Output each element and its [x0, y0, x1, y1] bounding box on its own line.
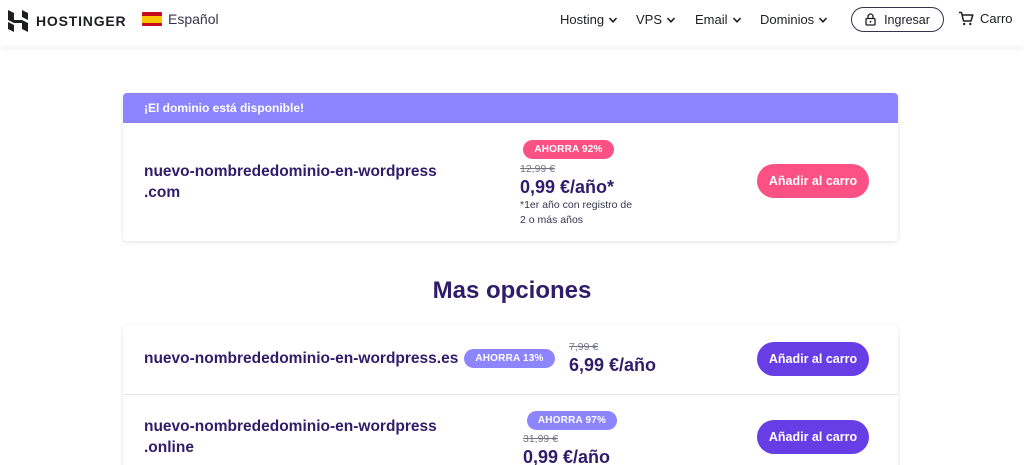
- availability-banner: ¡El dominio está disponible!: [123, 93, 898, 123]
- nav-label-vps: VPS: [636, 12, 663, 27]
- nav-item-vps[interactable]: VPS: [636, 12, 676, 27]
- hostinger-logo-icon: [8, 10, 28, 32]
- more-options-card: nuevo-nombrededominio-en-wordpress.es AH…: [123, 325, 898, 465]
- login-label: Ingresar: [884, 12, 930, 27]
- option-divider: [123, 394, 898, 395]
- nav-label-hosting: Hosting: [560, 12, 605, 27]
- available-domain-name: nuevo-nombrededominio-en-wordpress .com: [144, 161, 437, 203]
- price-note-line1: *1er año con registro de: [520, 199, 633, 211]
- discount-badge: AHORRA 92%: [523, 140, 614, 159]
- discount-badge: AHORRA 97%: [527, 411, 617, 430]
- current-price: 0,99 €/año: [523, 447, 611, 465]
- spain-flag-icon: [142, 12, 162, 26]
- old-price: 31,99 €: [523, 433, 559, 445]
- current-price: 6,99 €/año: [569, 355, 657, 375]
- cart-link[interactable]: Carro: [958, 11, 1013, 26]
- logo-text: HOSTINGER: [36, 13, 127, 29]
- more-options-title: Mas opciones: [432, 277, 592, 304]
- hostinger-logo[interactable]: HOSTINGER: [8, 10, 126, 32]
- price-note-line2: 2 o más años: [520, 214, 584, 226]
- cart-label: Carro: [980, 11, 1013, 26]
- option-domain-name: nuevo-nombrededominio-en-wordpress.es: [144, 350, 459, 367]
- cart-icon: [959, 11, 974, 26]
- domain-name-line2: .online: [144, 439, 194, 456]
- chevron-down-icon: [666, 16, 676, 23]
- nav-label-email: Email: [695, 12, 728, 27]
- nav-item-hosting[interactable]: Hosting: [560, 12, 618, 27]
- language-selector[interactable]: Español: [142, 11, 219, 27]
- chevron-down-icon: [608, 16, 618, 23]
- add-to-cart-button[interactable]: Añadir al carro: [757, 420, 869, 454]
- available-domain-card: ¡El dominio está disponible! nuevo-nombr…: [123, 93, 898, 241]
- chevron-down-icon: [732, 16, 741, 23]
- current-price: 0,99 €/año*: [520, 177, 615, 197]
- add-to-cart-button[interactable]: Añadir al carro: [757, 164, 869, 198]
- domain-name-line2: .com: [144, 184, 181, 201]
- price-note: *1er año con registro de 2 o más años: [520, 198, 632, 228]
- add-to-cart-button[interactable]: Añadir al carro: [757, 342, 869, 376]
- nav-label-dominios: Dominios: [760, 12, 815, 27]
- language-label: Español: [168, 11, 219, 27]
- discount-badge: AHORRA 13%: [464, 349, 555, 368]
- option-domain-name: nuevo-nombrededominio-en-wordpress .onli…: [144, 416, 437, 458]
- top-navigation-bar: HOSTINGER Español Hosting VPS Email Domi…: [0, 0, 1024, 46]
- chevron-down-icon: [819, 16, 828, 23]
- old-price: 7,99 €: [569, 341, 599, 353]
- domain-name-line1: nuevo-nombrededominio-en-wordpress: [144, 163, 437, 180]
- lock-icon: [865, 13, 876, 26]
- login-button[interactable]: Ingresar: [851, 7, 944, 32]
- domain-name-line1: nuevo-nombrededominio-en-wordpress: [144, 418, 437, 435]
- nav-item-dominios[interactable]: Dominios: [760, 12, 828, 27]
- nav-item-email[interactable]: Email: [695, 12, 742, 27]
- old-price: 12,99 €: [520, 163, 556, 175]
